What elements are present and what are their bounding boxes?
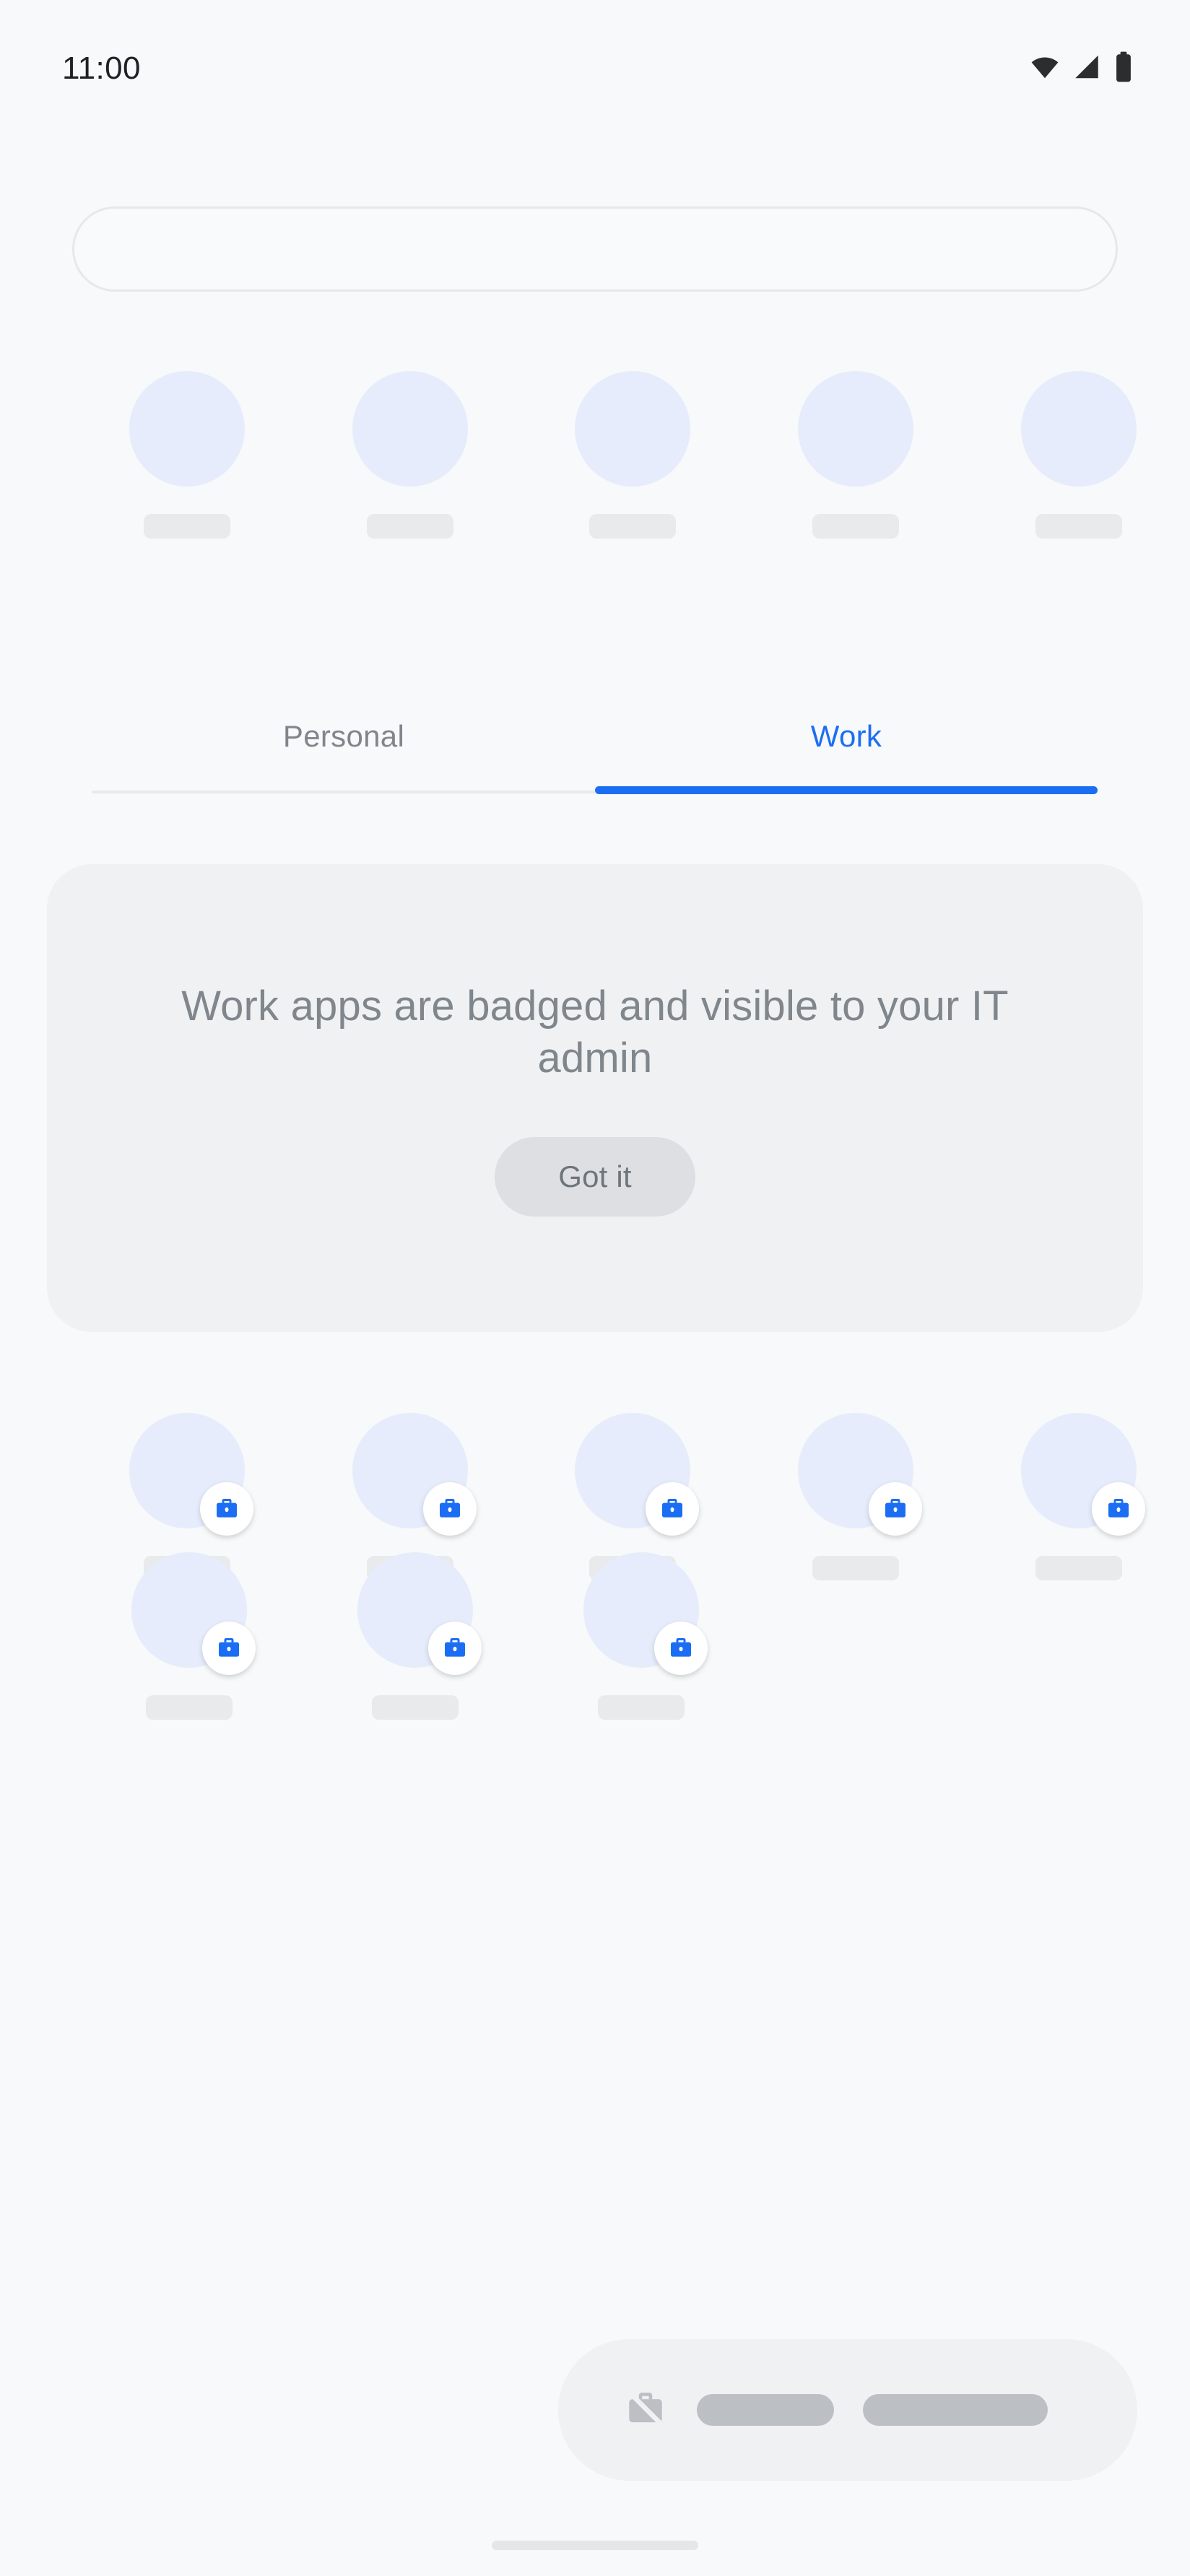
app-icon-wrap[interactable] — [131, 1552, 256, 1675]
app-icon-placeholder[interactable] — [129, 371, 246, 487]
search-input[interactable] — [72, 206, 1118, 292]
app-icon-wrap[interactable] — [129, 371, 246, 487]
work-badge — [422, 1482, 477, 1536]
app-label-placeholder — [366, 514, 453, 539]
work-badge — [1091, 1482, 1145, 1536]
work-badge — [427, 1622, 482, 1675]
tab-active-indicator — [595, 786, 1098, 794]
home-gesture-handle[interactable] — [492, 2541, 698, 2550]
app-icon-placeholder[interactable] — [1020, 371, 1137, 487]
work-profile-info-message: Work apps are badged and visible to your… — [181, 982, 1009, 1082]
work-app-row-2 — [0, 1552, 1190, 1720]
app-icon-wrap[interactable] — [1020, 371, 1137, 487]
app-icon-cell[interactable] — [528, 1552, 754, 1720]
work-badge — [653, 1622, 708, 1675]
status-bar-icons — [1030, 51, 1134, 87]
tab-personal[interactable]: Personal — [92, 697, 595, 776]
app-icon-wrap[interactable] — [352, 371, 468, 487]
app-icon-wrap[interactable] — [575, 1413, 700, 1536]
work-badge — [200, 1482, 254, 1536]
profile-tabs: Personal Work — [92, 697, 1098, 799]
app-icon-wrap[interactable] — [129, 1413, 254, 1536]
top-app-row — [0, 371, 1190, 539]
app-label-placeholder — [812, 514, 900, 539]
android-work-profile-screen: 11:00 Personal Work Work apps are badged… — [0, 0, 1190, 2576]
app-icon-wrap[interactable] — [1020, 1413, 1145, 1536]
app-icon-cell[interactable] — [967, 371, 1190, 539]
app-icon-placeholder[interactable] — [352, 371, 468, 487]
app-icon-cell[interactable] — [744, 371, 968, 539]
app-label-placeholder — [371, 1695, 459, 1720]
work-badge — [869, 1482, 923, 1536]
app-icon-wrap[interactable] — [575, 371, 691, 487]
app-icon-wrap[interactable] — [357, 1552, 482, 1675]
wifi-icon — [1030, 52, 1060, 86]
work-profile-off-icon — [623, 2386, 668, 2434]
app-icon-wrap[interactable] — [798, 1413, 923, 1536]
got-it-button[interactable]: Got it — [495, 1136, 695, 1217]
cellular-signal-icon — [1072, 52, 1102, 86]
app-icon-wrap[interactable] — [798, 371, 914, 487]
app-label-placeholder — [597, 1695, 685, 1720]
app-label-placeholder — [589, 514, 677, 539]
app-icon-wrap[interactable] — [583, 1552, 708, 1675]
app-icon-cell[interactable] — [521, 371, 744, 539]
toggle-bar-label-placeholder-1 — [697, 2394, 834, 2426]
work-badge — [201, 1622, 256, 1675]
app-icon-cell[interactable] — [76, 1552, 302, 1720]
app-icon-cell[interactable] — [299, 371, 522, 539]
battery-icon — [1113, 51, 1134, 87]
tab-work[interactable]: Work — [595, 697, 1098, 776]
app-icon-cell[interactable] — [302, 1552, 528, 1720]
app-icon-placeholder[interactable] — [798, 371, 914, 487]
status-bar-clock: 11:00 — [62, 51, 141, 86]
app-label-placeholder — [144, 514, 231, 539]
work-badge — [646, 1482, 700, 1536]
app-label-placeholder — [1035, 514, 1122, 539]
app-label-placeholder — [145, 1695, 233, 1720]
app-icon-wrap[interactable] — [352, 1413, 477, 1536]
app-icon-placeholder[interactable] — [575, 371, 691, 487]
status-bar: 11:00 — [0, 0, 1190, 137]
work-profile-toggle-bar[interactable] — [558, 2339, 1137, 2481]
toggle-bar-label-placeholder-2 — [863, 2394, 1048, 2426]
work-profile-info-card: Work apps are badged and visible to your… — [47, 864, 1143, 1332]
app-icon-cell[interactable] — [76, 371, 299, 539]
